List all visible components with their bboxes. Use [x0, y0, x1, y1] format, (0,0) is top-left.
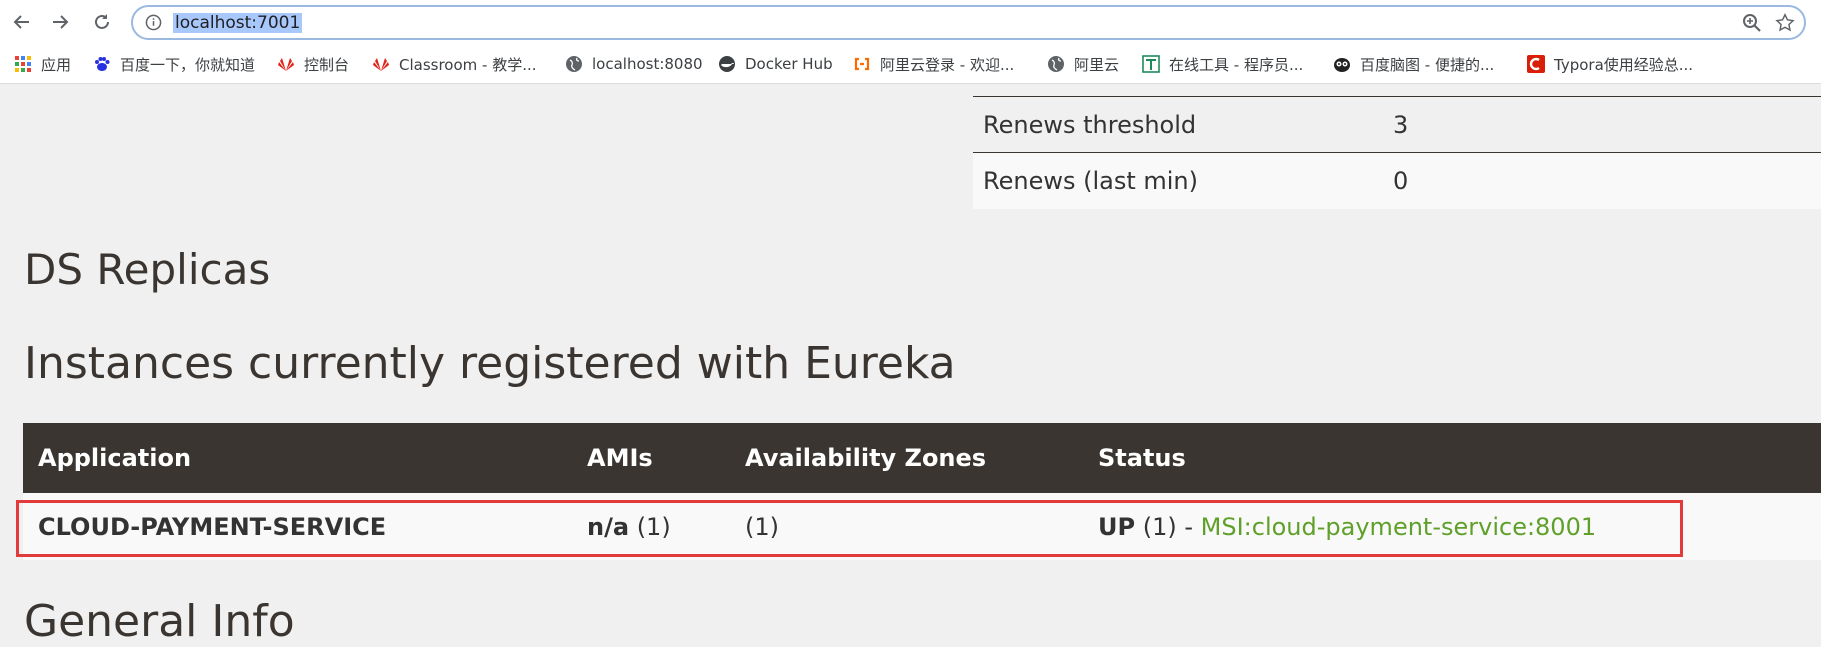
bookmark-label: Docker Hub: [745, 55, 833, 73]
zoom-icon[interactable]: [1742, 13, 1762, 33]
baidu-paw-icon: [95, 57, 110, 71]
bookmark-docker-hub[interactable]: Docker Hub: [718, 54, 833, 74]
stat-value: 0: [1393, 166, 1409, 195]
bookmark-baidu-mind[interactable]: 百度脑图 - 便捷的...: [1333, 54, 1494, 74]
info-icon[interactable]: [145, 14, 162, 31]
docker-icon: [719, 56, 735, 72]
status-cell: UP (1) - MSI:cloud-payment-service:8001: [1083, 493, 1821, 560]
bookmark-label: localhost:8080: [592, 55, 703, 73]
browser-toolbar: localhost:7001: [0, 0, 1821, 45]
bookmark-label: 应用: [41, 55, 72, 74]
table-header-row: Application AMIs Availability Zones Stat…: [23, 423, 1821, 493]
bookmark-localhost-8080[interactable]: localhost:8080: [565, 54, 703, 74]
bookmark-apps[interactable]: 应用: [14, 54, 71, 74]
url-text[interactable]: localhost:7001: [173, 13, 303, 33]
column-header-application: Application: [38, 444, 192, 472]
bookmark-typora[interactable]: Typora使用经验总...: [1527, 54, 1693, 74]
bookmark-label: 在线工具 - 程序员...: [1169, 55, 1304, 74]
table-row: Renews threshold 3: [973, 96, 1821, 153]
apps-grid-icon: [15, 56, 31, 72]
stat-value: 3: [1393, 110, 1409, 139]
bookmark-label: 百度一下，你就知道: [120, 55, 256, 74]
bookmark-aliyun-login[interactable]: 阿里云登录 - 欢迎...: [853, 54, 1014, 74]
csdn-icon: [1527, 55, 1545, 73]
huawei-icon: [373, 58, 389, 71]
instance-link[interactable]: MSI:cloud-payment-service:8001: [1201, 513, 1596, 541]
general-info-heading: General Info: [24, 596, 295, 647]
table-row: CLOUD-PAYMENT-SERVICE n/a (1) (1) UP (1)…: [23, 493, 1821, 560]
stat-label: Renews (last min): [983, 166, 1199, 195]
renews-stats-table: Renews threshold 3 Renews (last min) 0: [973, 96, 1821, 209]
bookmark-console[interactable]: 控制台: [277, 54, 349, 74]
amis-value: n/a: [587, 512, 630, 541]
status-value: UP: [1098, 512, 1136, 541]
bookmark-label: 百度脑图 - 便捷的...: [1360, 55, 1495, 74]
bookmarks-bar: 应用 百度一下，你就知道 控制台 Classroom - 教学... local…: [0, 45, 1821, 84]
bookmark-classroom[interactable]: Classroom - 教学...: [372, 54, 537, 74]
forward-arrow-icon[interactable]: [46, 8, 74, 36]
instances-table: Application AMIs Availability Zones Stat…: [23, 423, 1821, 560]
amis-count: (1): [636, 512, 671, 541]
column-header-zones: Availability Zones: [745, 444, 987, 472]
bookmark-label: 阿里云: [1074, 55, 1120, 74]
tool-icon: [1142, 55, 1160, 73]
globe-icon: [566, 56, 582, 72]
application-name: CLOUD-PAYMENT-SERVICE: [38, 512, 387, 541]
bookmark-label: 阿里云登录 - 欢迎...: [880, 55, 1015, 74]
huawei-icon: [278, 58, 294, 71]
zones-cell: (1): [745, 512, 779, 541]
aliyun-icon: [854, 57, 870, 71]
owl-icon: [1334, 58, 1350, 72]
instances-heading: Instances currently registered with Eure…: [24, 338, 956, 389]
column-header-amis: AMIs: [587, 444, 653, 472]
back-arrow-icon[interactable]: [8, 8, 36, 36]
globe-icon: [1048, 56, 1064, 72]
bookmark-online-tools[interactable]: 在线工具 - 程序员...: [1142, 54, 1303, 74]
bookmark-aliyun[interactable]: 阿里云: [1047, 54, 1119, 74]
ds-replicas-heading: DS Replicas: [24, 245, 271, 294]
table-row: Renews (last min) 0: [973, 152, 1821, 209]
bookmark-label: Classroom - 教学...: [399, 55, 537, 74]
bookmark-label: Typora使用经验总...: [1554, 55, 1694, 74]
stat-label: Renews threshold: [983, 110, 1197, 139]
reload-icon[interactable]: [88, 8, 116, 36]
bookmark-star-icon[interactable]: [1774, 12, 1796, 34]
amis-cell: n/a (1): [572, 493, 730, 560]
status-count: (1) -: [1142, 512, 1194, 541]
bookmark-baidu[interactable]: 百度一下，你就知道: [93, 54, 255, 74]
address-bar[interactable]: localhost:7001: [131, 5, 1806, 40]
column-header-status: Status: [1098, 444, 1186, 472]
bookmark-label: 控制台: [304, 55, 350, 74]
